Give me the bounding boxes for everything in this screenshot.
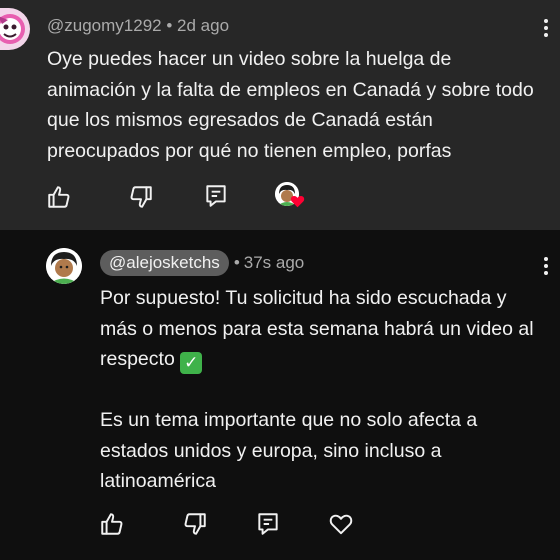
comment-text: Por supuesto! Tu solicitud ha sido escuc… [100, 283, 545, 497]
avatar-illustration [0, 14, 25, 44]
meta-separator: • [166, 16, 173, 35]
timestamp: 2d ago [177, 16, 230, 35]
creator-heart-icon[interactable] [275, 182, 305, 212]
comment-text: Oye puedes hacer un video sobre la huelg… [47, 48, 534, 162]
reply-paragraph-1: Por supuesto! Tu solicitud ha sido escuc… [100, 283, 545, 375]
reply-paragraph-1-text: Por supuesto! Tu solicitud ha sido escuc… [100, 287, 534, 370]
heart-icon[interactable] [328, 511, 354, 537]
creator-handle-badge[interactable]: @alejosketchs [100, 250, 229, 276]
meta-separator: • [233, 253, 240, 272]
more-options-icon[interactable] [536, 14, 556, 42]
username[interactable]: @zugomy1292 [47, 16, 162, 35]
more-options-icon[interactable] [536, 252, 556, 280]
timestamp: 37s ago [243, 253, 305, 272]
dislike-icon[interactable] [128, 184, 154, 210]
like-icon[interactable] [46, 184, 72, 210]
avatar-illustration [46, 248, 82, 284]
reply-icon[interactable] [203, 183, 229, 209]
comment-meta: @alejosketchs • 37s ago [100, 250, 304, 276]
reply-comment: @alejosketchs • 37s ago Por supuesto! Tu… [0, 230, 560, 560]
user-avatar[interactable] [0, 8, 30, 50]
top-comment: @zugomy1292 • 2d ago Oye puedes hacer un… [0, 0, 560, 230]
reply-paragraph-2: Es un tema importante que no solo afecta… [100, 409, 478, 492]
reply-icon[interactable] [255, 511, 281, 537]
check-mark-icon: ✓ [180, 352, 203, 374]
comment-meta: @zugomy1292 • 2d ago [47, 16, 229, 36]
like-icon[interactable] [99, 511, 125, 537]
dislike-icon[interactable] [182, 511, 208, 537]
creator-avatar[interactable] [46, 248, 82, 284]
